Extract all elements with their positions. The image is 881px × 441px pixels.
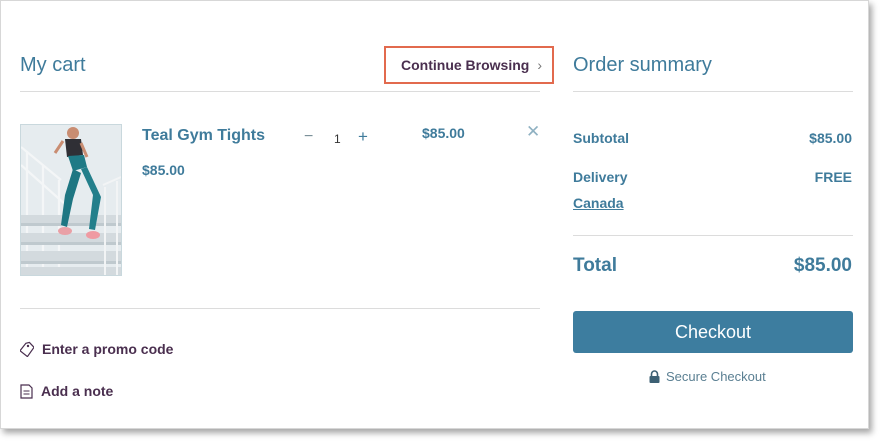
quantity-increase-button[interactable]: + bbox=[358, 127, 368, 147]
add-note-label: Add a note bbox=[41, 383, 114, 399]
cart-header-divider bbox=[20, 91, 540, 92]
continue-browsing-label: Continue Browsing bbox=[401, 57, 530, 73]
promo-code-label: Enter a promo code bbox=[42, 341, 174, 357]
add-note-link[interactable]: Add a note bbox=[20, 383, 113, 399]
summary-header-divider bbox=[573, 91, 853, 92]
line-total: $85.00 bbox=[422, 125, 465, 141]
summary-total-divider bbox=[573, 235, 853, 236]
product-photo-icon bbox=[21, 125, 121, 275]
total-value: $85.00 bbox=[793, 255, 852, 276]
cart-title: My cart bbox=[20, 54, 86, 76]
chevron-right-icon: › bbox=[537, 57, 542, 73]
total-label: Total bbox=[573, 255, 617, 276]
cart-page: My cart Continue Browsing › Order summar… bbox=[0, 0, 869, 429]
cart-footer-divider bbox=[20, 308, 540, 309]
delivery-country-link[interactable]: Canada bbox=[573, 195, 624, 211]
subtotal-value: $85.00 bbox=[809, 130, 852, 146]
product-name[interactable]: Teal Gym Tights bbox=[142, 127, 265, 145]
secure-checkout-label: Secure Checkout bbox=[666, 369, 766, 384]
quantity-decrease-button[interactable]: − bbox=[304, 128, 313, 146]
order-summary-title: Order summary bbox=[573, 54, 712, 76]
quantity-value[interactable]: 1 bbox=[334, 132, 341, 146]
lock-icon bbox=[649, 370, 660, 383]
remove-item-button[interactable]: ✕ bbox=[526, 122, 540, 142]
continue-browsing-button[interactable]: Continue Browsing › bbox=[384, 46, 554, 84]
note-icon bbox=[20, 383, 33, 399]
tag-icon bbox=[20, 341, 34, 357]
delivery-value: FREE bbox=[814, 169, 852, 185]
product-price: $85.00 bbox=[142, 162, 185, 178]
subtotal-label: Subtotal bbox=[573, 130, 629, 146]
checkout-button[interactable]: Checkout bbox=[573, 311, 853, 353]
promo-code-link[interactable]: Enter a promo code bbox=[20, 341, 173, 357]
product-image[interactable] bbox=[20, 124, 122, 276]
secure-checkout-note: Secure Checkout bbox=[649, 369, 766, 384]
delivery-label: Delivery bbox=[573, 169, 628, 185]
